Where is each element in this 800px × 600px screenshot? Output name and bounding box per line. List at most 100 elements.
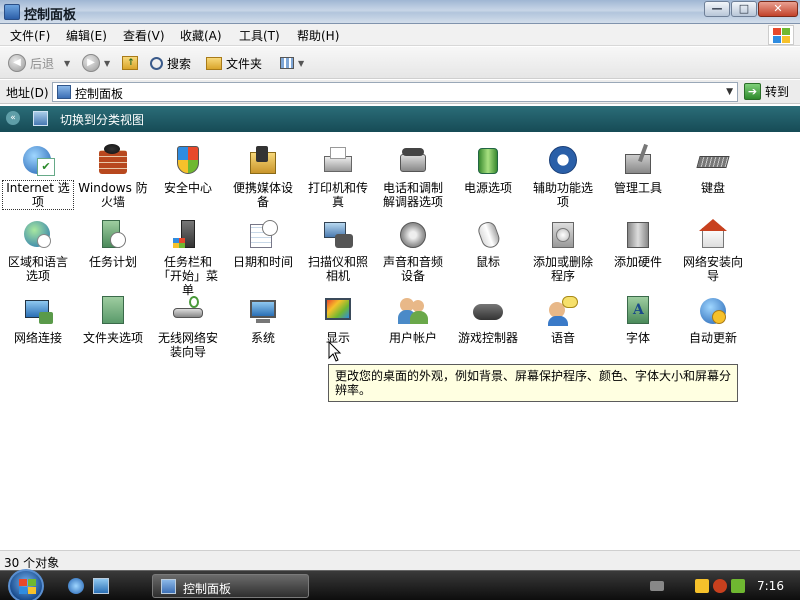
keyboard-tray-icon[interactable]: [650, 581, 664, 591]
admin-tools-icon: [621, 143, 655, 178]
item-security-center[interactable]: 安全中心: [153, 144, 223, 195]
item-add-remove-programs[interactable]: 添加或删除程序: [528, 218, 598, 283]
keyboard-icon: [696, 144, 730, 178]
item-user-accounts[interactable]: 用户帐户: [378, 294, 448, 345]
taskbar-control-panel-button[interactable]: 控制面板: [152, 574, 309, 598]
start-flag-icon: [19, 579, 27, 586]
menu-bar: 文件(F) 编辑(E) 查看(V) 收藏(A) 工具(T) 帮助(H): [0, 24, 800, 46]
menu-edit[interactable]: 编辑(E): [66, 27, 107, 44]
item-scanners-cameras[interactable]: 扫描仪和照相机: [303, 218, 373, 283]
item-mouse[interactable]: 鼠标: [453, 218, 523, 269]
control-panel-icon: [57, 85, 71, 99]
item-speech[interactable]: 语音: [528, 294, 598, 345]
mouse-cursor-icon: [328, 341, 342, 362]
chevron-down-icon: ▼: [298, 58, 305, 68]
item-power-options[interactable]: 电源选项: [453, 144, 523, 195]
item-display[interactable]: 显示: [303, 294, 373, 345]
forward-button[interactable]: ▶ ▼: [82, 53, 110, 73]
menu-favorites[interactable]: 收藏(A): [180, 27, 222, 44]
item-system[interactable]: 系统: [228, 294, 298, 345]
phone-modem-icon: [396, 144, 430, 178]
back-arrow-icon: ◀: [8, 54, 26, 72]
item-taskbar-start-menu[interactable]: 任务栏和「开始」菜单: [153, 218, 223, 297]
item-automatic-updates[interactable]: 自动更新: [678, 294, 748, 345]
folder-options-icon: [96, 294, 130, 328]
forward-arrow-icon: ▶: [82, 54, 100, 72]
user-accounts-icon: [396, 294, 430, 328]
chevron-down-icon[interactable]: ▼: [104, 59, 110, 68]
folders-button[interactable]: 文件夹: [206, 53, 262, 73]
network-connections-icon: [21, 294, 55, 328]
close-button[interactable]: ✕: [758, 1, 798, 17]
item-administrative-tools[interactable]: 管理工具: [603, 143, 673, 195]
scanner-camera-icon: [321, 218, 355, 252]
go-arrow-icon: ➔: [744, 83, 761, 100]
show-desktop-icon[interactable]: [93, 578, 109, 594]
item-game-controllers[interactable]: 游戏控制器: [453, 294, 523, 345]
item-internet-options[interactable]: ✔ Internet 选项: [2, 144, 74, 210]
power-options-icon: [471, 144, 505, 178]
status-bar: 30 个对象: [0, 550, 800, 570]
date-time-icon: [246, 218, 280, 252]
window-title: 控制面板: [24, 8, 77, 23]
collapse-chevron-icon[interactable]: «: [6, 111, 20, 125]
accessibility-icon: [546, 144, 580, 178]
search-button[interactable]: 搜索: [150, 53, 191, 73]
item-scheduled-tasks[interactable]: 任务计划: [78, 218, 148, 269]
security-shield-icon[interactable]: [713, 579, 727, 593]
switch-category-view-link[interactable]: 切换到分类视图: [60, 111, 144, 128]
tooltip: 更改您的桌面的外观，例如背景、屏幕保护程序、颜色、字体大小和屏幕分辨率。: [328, 364, 738, 402]
back-button[interactable]: ◀ 后退 ▼: [8, 53, 70, 73]
printer-icon: [321, 144, 355, 178]
control-panel-icon: [4, 4, 20, 20]
sound-icon: [396, 218, 430, 252]
item-fonts[interactable]: A 字体: [603, 294, 673, 345]
go-button[interactable]: ➔ 转到: [744, 83, 789, 100]
start-button[interactable]: [8, 569, 44, 600]
up-button[interactable]: ↑: [122, 53, 138, 73]
item-windows-firewall[interactable]: Windows 防火墙: [78, 144, 148, 209]
item-printers-faxes[interactable]: 打印机和传真: [303, 144, 373, 209]
item-folder-options[interactable]: 文件夹选项: [78, 294, 148, 345]
item-wireless-network-setup[interactable]: 无线网络安装向导: [153, 294, 223, 359]
mouse-icon: [471, 218, 505, 252]
item-portable-media-devices[interactable]: 便携媒体设备: [228, 144, 298, 209]
windows-logo-icon: [768, 25, 794, 45]
menu-tools[interactable]: 工具(T): [239, 27, 280, 44]
item-phone-modem-options[interactable]: 电话和调制解调器选项: [378, 144, 448, 209]
control-panel-icon: [33, 111, 48, 126]
address-input[interactable]: 控制面板 ▼: [52, 82, 738, 102]
item-network-connections[interactable]: 网络连接: [3, 294, 73, 345]
security-warning-icon[interactable]: [695, 579, 709, 593]
item-accessibility-options[interactable]: 辅助功能选项: [528, 144, 598, 209]
system-icon: [246, 294, 280, 328]
menu-help[interactable]: 帮助(H): [297, 27, 339, 44]
network-tray-icon[interactable]: [731, 579, 745, 593]
address-value: 控制面板: [75, 87, 124, 101]
control-panel-icon: [161, 579, 176, 594]
portable-media-icon: [246, 144, 280, 178]
maximize-button[interactable]: □: [731, 1, 757, 17]
item-keyboard[interactable]: 键盘: [678, 144, 748, 195]
item-add-hardware[interactable]: 添加硬件: [603, 218, 673, 269]
speech-icon: [546, 294, 580, 328]
back-label: 后退: [30, 56, 55, 71]
menu-file[interactable]: 文件(F): [10, 27, 50, 44]
menu-view[interactable]: 查看(V): [123, 27, 165, 44]
minimize-button[interactable]: —: [704, 1, 730, 17]
folder-icon: [206, 56, 222, 70]
toolbar: ◀ 后退 ▼ ▶ ▼ ↑ 搜索 文件夹 ▼: [0, 47, 800, 79]
item-regional-language[interactable]: 区域和语言选项: [3, 218, 73, 283]
folders-label: 文件夹: [226, 56, 263, 71]
chevron-down-icon[interactable]: ▼: [64, 59, 70, 68]
item-network-setup-wizard[interactable]: 网络安装向导: [678, 218, 748, 283]
views-button[interactable]: ▼: [280, 53, 304, 73]
item-sounds-audio[interactable]: 声音和音频设备: [378, 218, 448, 283]
search-label: 搜索: [167, 56, 192, 71]
item-date-time[interactable]: 日期和时间: [228, 218, 298, 269]
chevron-down-icon[interactable]: ▼: [726, 87, 733, 97]
automatic-updates-icon: [696, 294, 730, 328]
scheduled-tasks-icon: [96, 218, 130, 252]
views-icon: [280, 57, 294, 69]
internet-explorer-icon[interactable]: [68, 578, 84, 594]
